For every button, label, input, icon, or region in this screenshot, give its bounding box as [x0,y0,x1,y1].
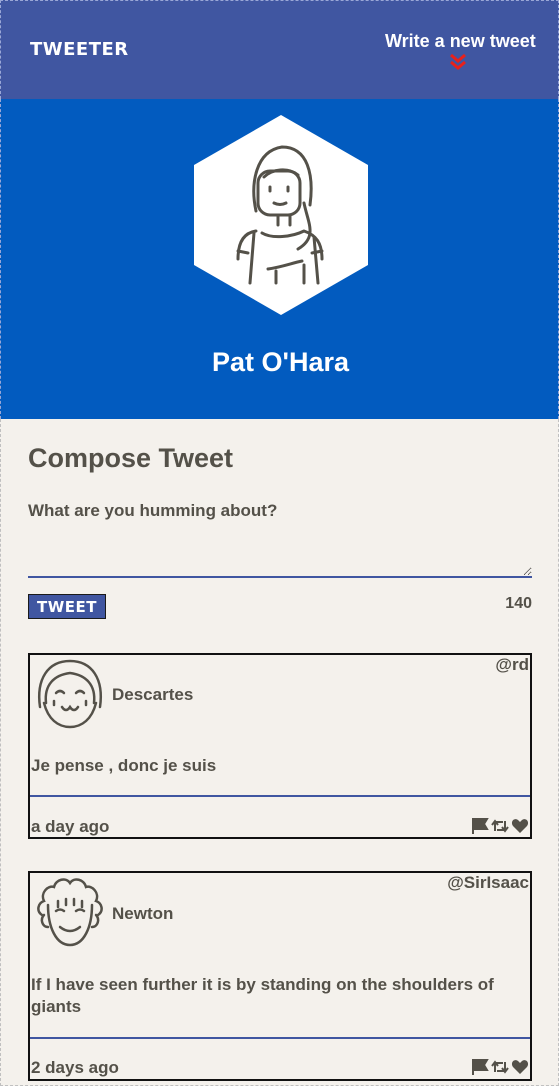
profile-header: Pat O'Hara [0,99,559,419]
tweet-author-name: Newton [112,904,174,923]
heart-icon[interactable] [511,817,529,835]
tweet-actions [471,1058,529,1076]
double-chevron-down-icon[interactable] [448,53,468,71]
profile-name: Pat O'Hara [212,347,349,377]
compose-title: Compose Tweet [28,443,234,473]
flag-icon[interactable] [471,817,489,835]
tweet-submit-button[interactable]: TWEET [28,594,106,619]
tweet-text: If I have seen further it is by standing… [31,975,494,1016]
tweet-author-name: Descartes [112,685,194,704]
flag-icon[interactable] [471,1058,489,1076]
girl-avatar-icon [38,659,102,729]
heart-icon[interactable] [511,1058,529,1076]
tweet-text: Je pense , donc je suis [31,756,217,775]
tweet-author-handle: @rd [495,655,529,674]
tweet-actions [471,817,529,835]
character-counter: 140 [505,595,532,612]
tweet-timestamp: 2 days ago [31,1058,119,1077]
tweet-author-handle: @SirIsaac [447,873,529,892]
tweet-card: Descartes @rd Je pense , donc je suis a … [28,653,532,839]
tweet-divider [30,1037,530,1039]
tweet-timestamp: a day ago [31,817,110,836]
write-new-tweet-button[interactable]: Write a new tweet [385,31,536,52]
retweet-icon[interactable] [491,1058,509,1076]
tweet-divider [30,795,530,797]
retweet-icon[interactable] [491,817,509,835]
tweet-card: Newton @SirIsaac If I have seen further … [28,871,532,1081]
top-nav: TWEETER Write a new tweet [0,0,559,99]
profile-avatar [194,115,368,315]
app-logo[interactable]: TWEETER [30,39,129,60]
compose-textarea[interactable] [28,497,532,578]
curly-hair-avatar-icon [37,878,103,947]
